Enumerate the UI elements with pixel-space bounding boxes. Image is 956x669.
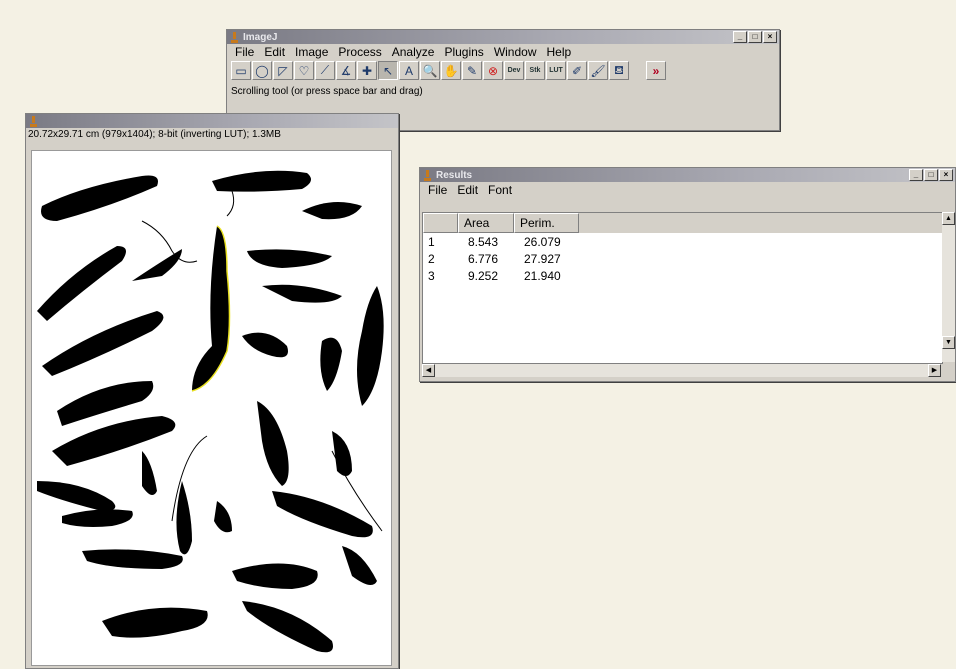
menu-window[interactable]: Window (489, 45, 542, 59)
minimize-button[interactable]: _ (909, 169, 923, 181)
menu-plugins[interactable]: Plugins (439, 45, 488, 59)
cell-perim: 27.927 (524, 251, 561, 266)
results-titlebar[interactable]: Results _ □ × (420, 168, 955, 182)
menu-analyze[interactable]: Analyze (387, 45, 440, 59)
image-canvas[interactable] (31, 150, 392, 666)
dev-tool-icon[interactable]: Dev (504, 61, 524, 80)
imagej-menubar: File Edit Image Process Analyze Plugins … (227, 44, 779, 60)
close-button[interactable]: × (939, 169, 953, 181)
oval-tool-icon[interactable]: ◯ (252, 61, 272, 80)
menu-image[interactable]: Image (290, 45, 333, 59)
lut-tool-icon[interactable]: LUT (546, 61, 566, 80)
results-window: Results _ □ × File Edit Font Area Perim.… (419, 167, 956, 382)
scrolling-tool-icon[interactable]: ✋ (441, 61, 461, 80)
column-header-index[interactable] (423, 213, 458, 233)
results-table-body: 1 8.543 26.079 2 6.776 27.927 3 9.252 21… (423, 233, 942, 284)
column-header-area[interactable]: Area (458, 213, 514, 233)
scroll-down-icon[interactable]: ▼ (942, 336, 955, 349)
results-menu-font[interactable]: Font (483, 183, 517, 197)
angle-tool-icon[interactable]: ∡ (336, 61, 356, 80)
more-tools-icon[interactable]: » (646, 61, 666, 80)
freehand-tool-icon[interactable]: ♡ (294, 61, 314, 80)
magnifier-tool-icon[interactable]: 🔍 (420, 61, 440, 80)
results-title: Results (436, 169, 473, 181)
vertical-scrollbar[interactable]: ▲ ▼ (942, 212, 955, 362)
dropper-tool-icon[interactable]: ✎ (462, 61, 482, 80)
brush-tool-icon[interactable]: 🖌 (588, 61, 608, 80)
pencil-tool-icon[interactable]: ✐ (567, 61, 587, 80)
polygon-tool-icon[interactable]: ◸ (273, 61, 293, 80)
cell-index: 1 (428, 234, 435, 249)
cell-index: 3 (428, 268, 435, 283)
rectangle-tool-icon[interactable]: ▭ (231, 61, 251, 80)
results-menu-edit[interactable]: Edit (452, 183, 483, 197)
wand-tool-icon[interactable]: ↖ (378, 61, 398, 80)
maximize-button[interactable]: □ (748, 31, 762, 43)
microscope-icon (423, 169, 432, 181)
microscope-icon (230, 31, 239, 43)
scroll-right-icon[interactable]: ▶ (928, 364, 941, 377)
text-tool-icon[interactable]: A (399, 61, 419, 80)
menu-file[interactable]: File (230, 45, 259, 59)
stk-tool-icon[interactable]: Stk (525, 61, 545, 80)
cell-index: 2 (428, 251, 435, 266)
table-row[interactable]: 1 8.543 26.079 (423, 233, 942, 250)
cell-perim: 26.079 (524, 234, 561, 249)
image-info: 20.72x29.71 cm (979x1404); 8-bit (invert… (28, 129, 281, 140)
line-tool-icon[interactable]: ⟋ (315, 61, 335, 80)
results-table: Area Perim. 1 8.543 26.079 2 6.776 27.92… (422, 212, 943, 364)
cell-perim: 21.940 (524, 268, 561, 283)
column-header-perim[interactable]: Perim. (514, 213, 579, 233)
imagej-titlebar[interactable]: ImageJ _ □ × (227, 30, 779, 44)
results-menu-file[interactable]: File (423, 183, 452, 197)
menu-process[interactable]: Process (333, 45, 386, 59)
microscope-icon (29, 115, 38, 127)
status-text: Scrolling tool (or press space bar and d… (231, 86, 423, 97)
menu-edit[interactable]: Edit (259, 45, 290, 59)
imagej-title: ImageJ (243, 31, 278, 43)
image-window: 20.72x29.71 cm (979x1404); 8-bit (invert… (25, 113, 399, 669)
table-row[interactable]: 3 9.252 21.940 (423, 267, 942, 284)
horizontal-scrollbar[interactable]: ◀ ▶ (422, 364, 941, 377)
flood-fill-tool-icon[interactable]: ⛾ (609, 61, 629, 80)
minimize-button[interactable]: _ (733, 31, 747, 43)
close-button[interactable]: × (763, 31, 777, 43)
cell-area: 8.543 (468, 234, 499, 249)
menu-help[interactable]: Help (542, 45, 577, 59)
leaf-silhouettes (37, 170, 384, 653)
imagej-toolbar: ▭ ◯ ◸ ♡ ⟋ ∡ ✚ ↖ A 🔍 ✋ ✎ ⊗ Dev Stk LUT ✐ 🖌 ⛾ » (227, 60, 779, 82)
point-tool-icon[interactable]: ✚ (357, 61, 377, 80)
stop-tool-icon[interactable]: ⊗ (483, 61, 503, 80)
results-menubar: File Edit Font (420, 182, 955, 198)
table-row[interactable]: 2 6.776 27.927 (423, 250, 942, 267)
image-window-titlebar[interactable] (26, 114, 398, 128)
scroll-left-icon[interactable]: ◀ (422, 364, 435, 377)
results-table-header: Area Perim. (423, 213, 942, 233)
scroll-up-icon[interactable]: ▲ (942, 212, 955, 225)
maximize-button[interactable]: □ (924, 169, 938, 181)
cell-area: 6.776 (468, 251, 499, 266)
cell-area: 9.252 (468, 268, 499, 283)
